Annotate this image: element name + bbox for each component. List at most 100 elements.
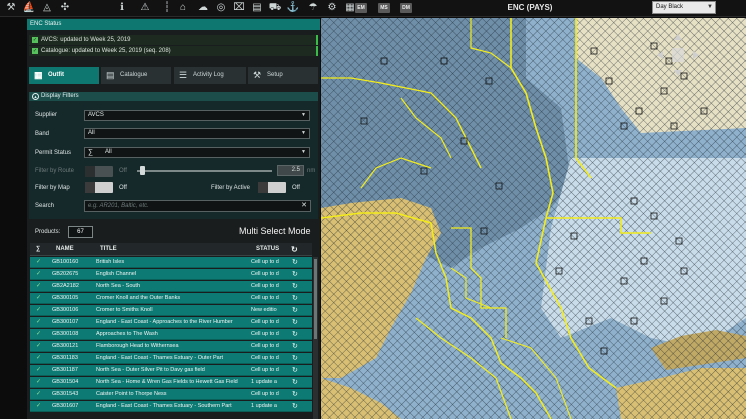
refresh-icon[interactable]: ↻ xyxy=(292,365,298,376)
globe-icon[interactable]: ◎ xyxy=(214,1,228,15)
scrollbar-thumb[interactable] xyxy=(314,259,317,339)
table-row[interactable]: ✓ GB202675 English Channel Cell up to d ↻ xyxy=(30,269,312,280)
permit-status-select[interactable]: ∑ All ▼ xyxy=(84,147,310,158)
cell-title: Flamborough Head to Withernsea xyxy=(96,343,179,349)
sigma-column-header[interactable]: ∑ xyxy=(36,243,40,256)
table-row[interactable]: ✓ GB300105 Cromer Knoll and the Outer Bank… xyxy=(30,293,312,304)
check-icon[interactable]: ✓ xyxy=(36,353,41,364)
table-row[interactable]: ✓ GB300107 England - East Coast - Approach… xyxy=(30,317,312,328)
gear-icon[interactable]: ⚙ xyxy=(325,1,339,15)
refresh-icon[interactable]: ↻ xyxy=(292,317,298,328)
table-row[interactable]: ✓ GB300106 Cromer to Smiths Knoll New editi… xyxy=(30,305,312,316)
tab-catalogue[interactable]: ▤ Catalogue xyxy=(101,67,171,84)
filter-by-active-toggle[interactable] xyxy=(258,182,286,193)
tab-outfit[interactable]: ▦ Outfit xyxy=(29,67,99,84)
check-icon[interactable]: ✓ xyxy=(36,329,41,340)
clear-icon[interactable]: ✕ xyxy=(301,201,307,211)
table-scrollbar[interactable] xyxy=(313,257,318,419)
check-icon[interactable]: ✓ xyxy=(36,389,41,400)
enc-status-header[interactable]: ENC Status xyxy=(27,19,320,30)
cell-name: GB300105 xyxy=(52,295,79,301)
chart-tools-icon[interactable]: ⚒ xyxy=(4,1,18,15)
cell-status: Cell up to d xyxy=(251,331,279,337)
compass-icon[interactable]: ✣ xyxy=(58,1,72,15)
palette-select[interactable]: Day Black ▼ xyxy=(652,1,716,14)
name-column-header[interactable]: NAME xyxy=(56,243,74,256)
search-input[interactable]: e.g. AR201, Baltic, etc. ✕ xyxy=(84,200,311,212)
refresh-icon[interactable]: ↻ xyxy=(292,389,298,400)
check-icon[interactable]: ✓ xyxy=(36,257,41,268)
table-row[interactable]: ✓ GB301543 Caister Point to Thorpe Ness Cel… xyxy=(30,389,312,400)
refresh-icon[interactable]: ↻ xyxy=(292,401,298,412)
refresh-column-icon[interactable]: ↻ xyxy=(291,243,298,256)
chevron-down-icon: ▼ xyxy=(707,4,713,10)
table-row[interactable]: ✓ GB300121 Flamborough Head to Withernsea C… xyxy=(30,341,312,352)
home-icon[interactable]: ⌂ xyxy=(176,1,190,15)
check-icon[interactable]: ✓ xyxy=(36,281,41,292)
multi-select-mode[interactable]: Multi Select Mode xyxy=(239,226,311,236)
app-window: ⚒ ⛵ ◬ ✣ ℹ ⚠ ┆ ⌂ ☁ ◎ ⌧ ▤ ⛟ ⚓ ☂ ⚙ ▦ EM MS … xyxy=(0,0,746,419)
check-icon[interactable]: ✓ xyxy=(36,341,41,352)
ms-badge[interactable]: MS xyxy=(378,3,390,13)
measure-icon[interactable]: ◬ xyxy=(40,1,54,15)
table-row[interactable]: ✓ GB301183 England - East Coast - Thames E… xyxy=(30,353,312,364)
route-unit: nm xyxy=(307,168,316,174)
refresh-icon[interactable]: ↻ xyxy=(292,377,298,388)
status-column-header[interactable]: STATUS xyxy=(256,243,279,256)
band-select[interactable]: All ▼ xyxy=(84,128,310,139)
refresh-icon[interactable]: ↻ xyxy=(292,281,298,292)
cell-status: 1 update a xyxy=(251,379,277,385)
cart-icon[interactable]: ⛟ xyxy=(268,1,282,15)
display-filters-header[interactable]: ▲ Display Filters xyxy=(29,92,318,101)
info-icon[interactable]: ℹ xyxy=(115,1,129,15)
table-row[interactable]: ✓ GB100160 British Isles Cell up to d ↻ xyxy=(30,257,312,268)
refresh-icon[interactable]: ↻ xyxy=(292,293,298,304)
cloud-download-icon[interactable]: ☁ xyxy=(196,1,210,15)
map-pan-control[interactable] xyxy=(655,30,701,80)
route-distance-input[interactable]: 2.5 xyxy=(277,165,304,176)
slider-handle[interactable] xyxy=(140,166,145,175)
title-column-header[interactable]: TITLE xyxy=(100,243,117,256)
check-icon[interactable]: ✓ xyxy=(36,269,41,280)
check-icon[interactable]: ✓ xyxy=(36,401,41,412)
table-row[interactable]: ✓ GB2A2182 North Sea - South Cell up to d ↻ xyxy=(30,281,312,292)
refresh-icon[interactable]: ↻ xyxy=(292,257,298,268)
cell-status: Cell up to d xyxy=(251,283,279,289)
route-distance-slider[interactable] xyxy=(137,170,272,172)
check-icon[interactable]: ✓ xyxy=(36,305,41,316)
table-row[interactable]: ✓ GB301504 North Sea - Home & Wren Gas Fie… xyxy=(30,377,312,388)
catalogue-icon: ▤ xyxy=(106,70,115,80)
table-row[interactable]: ✓ GB301187 North Sea - Outer Silver Pit to… xyxy=(30,365,312,376)
cell-name: GB301183 xyxy=(52,355,78,361)
refresh-icon[interactable]: ↻ xyxy=(292,353,298,364)
filter-by-route-toggle[interactable] xyxy=(85,166,113,177)
cell-title: English Channel xyxy=(96,271,137,277)
filter-by-active-label: Filter by Active xyxy=(211,185,251,191)
check-icon[interactable]: ✓ xyxy=(36,293,41,304)
supplier-select[interactable]: AVCS ▼ xyxy=(84,110,310,121)
tab-setup[interactable]: ⚒ Setup xyxy=(248,67,318,84)
em-badge[interactable]: EM xyxy=(355,3,367,13)
weather-icon[interactable]: ☂ xyxy=(306,1,320,15)
toggle-knob xyxy=(258,182,268,193)
refresh-icon[interactable]: ↻ xyxy=(292,269,298,280)
check-icon[interactable]: ✓ xyxy=(36,317,41,328)
filter-by-map-toggle[interactable] xyxy=(85,182,113,193)
refresh-icon[interactable]: ↻ xyxy=(292,341,298,352)
refresh-icon[interactable]: ↻ xyxy=(292,305,298,316)
check-icon[interactable]: ✓ xyxy=(36,365,41,376)
search-label: Search xyxy=(35,203,55,209)
dm-badge[interactable]: DM xyxy=(400,3,412,13)
book-icon[interactable]: ▤ xyxy=(250,1,264,15)
table-row[interactable]: ✓ GB301607 England - East Coast - Thames E… xyxy=(30,401,312,412)
sailing-icon[interactable]: ⛵ xyxy=(22,1,36,15)
building-icon[interactable]: ⌧ xyxy=(232,1,246,15)
table-row[interactable]: ✓ GB300108 Approaches to The Wash Cell up t… xyxy=(30,329,312,340)
tab-activity-log[interactable]: ☰ Activity Log xyxy=(174,67,246,84)
check-icon[interactable]: ✓ xyxy=(36,377,41,388)
refresh-icon[interactable]: ↻ xyxy=(292,329,298,340)
anchor-icon[interactable]: ⚓ xyxy=(286,1,300,15)
warning-icon[interactable]: ⚠ xyxy=(138,1,152,15)
band-value: All xyxy=(88,130,95,136)
cell-title: British Isles xyxy=(96,259,125,265)
